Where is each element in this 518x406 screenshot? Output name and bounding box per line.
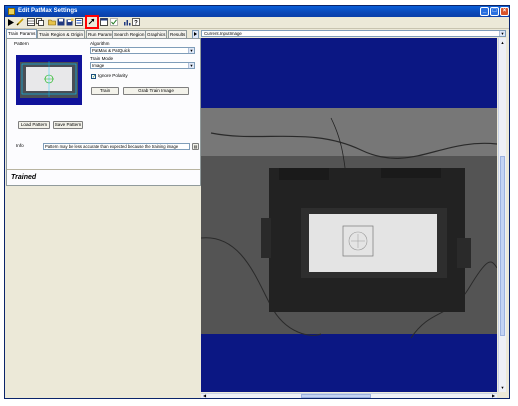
- camera-image-display[interactable]: [201, 38, 497, 392]
- load-pattern-button[interactable]: Load Pattern: [18, 121, 50, 129]
- train-button[interactable]: Train: [91, 87, 119, 95]
- window-title: Edit PatMax Settings: [18, 8, 78, 14]
- title-bar: Edit PatMax Settings _ □ ×: [5, 6, 509, 17]
- save-as-icon[interactable]: [66, 18, 74, 26]
- app-icon: [8, 8, 15, 15]
- toolbar: ?: [5, 15, 509, 29]
- train-params-panel: Pattern Load Pattern Save Pattern Algori…: [6, 38, 201, 186]
- train-status: Trained: [11, 174, 37, 181]
- image-selector[interactable]: Current.InputImage ▼: [201, 30, 506, 37]
- algorithm-select[interactable]: PatMax & PatQuick ▼: [90, 47, 195, 54]
- status-divider: [7, 169, 200, 170]
- edit-icon[interactable]: [16, 18, 24, 26]
- chart-icon[interactable]: [123, 18, 131, 26]
- open-folder-icon[interactable]: [48, 18, 56, 26]
- maximize-button[interactable]: □: [490, 7, 499, 16]
- pattern-label: Pattern: [14, 41, 29, 46]
- pattern-thumbnail: [16, 55, 82, 105]
- svg-text:?: ?: [134, 21, 138, 27]
- image-display-area: Current.InputImage ▼ ▲ ▼ ◀ ▶: [201, 30, 509, 398]
- scroll-down-icon[interactable]: ▼: [500, 385, 505, 390]
- vertical-scroll-thumb[interactable]: [500, 156, 505, 336]
- list-icon[interactable]: [75, 18, 83, 26]
- chevron-down-icon: ▼: [188, 63, 194, 68]
- copy-icon[interactable]: [36, 18, 44, 26]
- scroll-left-icon[interactable]: ◀: [202, 394, 207, 398]
- tab-train-params[interactable]: Train Params: [6, 29, 38, 38]
- info-text-field: Pattern may be less accurate than expect…: [43, 143, 190, 150]
- horizontal-scroll-thumb[interactable]: [301, 394, 371, 398]
- save-pattern-button[interactable]: Save Pattern: [53, 121, 83, 129]
- info-details-button[interactable]: ▤: [192, 143, 199, 150]
- window-icon[interactable]: [100, 18, 108, 26]
- grid-icon[interactable]: [27, 18, 35, 26]
- scroll-up-icon[interactable]: ▲: [500, 40, 505, 45]
- chevron-down-icon: ▼: [188, 48, 194, 53]
- vertical-scrollbar[interactable]: ▲ ▼: [498, 38, 506, 392]
- horizontal-scrollbar[interactable]: ◀ ▶: [201, 393, 497, 398]
- run-icon[interactable]: [7, 18, 15, 26]
- tab-train-region-origin[interactable]: Train Region & Origin: [37, 30, 85, 38]
- chevron-down-icon: ▼: [499, 31, 505, 36]
- tab-search-region[interactable]: Search Region: [112, 30, 147, 38]
- save-icon[interactable]: [57, 18, 65, 26]
- ignore-polarity-checkbox[interactable]: ✓: [91, 74, 96, 80]
- minimize-button[interactable]: _: [480, 7, 489, 16]
- ignore-polarity-label: Ignore Polarity: [98, 73, 128, 78]
- edit-patmax-settings-window: Edit PatMax Settings _ □ × ? Train Param…: [4, 5, 510, 399]
- help-icon[interactable]: ?: [132, 18, 140, 26]
- close-button[interactable]: ×: [500, 7, 509, 16]
- check-icon[interactable]: [110, 18, 118, 26]
- info-label: Info: [16, 143, 24, 148]
- tabs-scroll-icon[interactable]: [192, 30, 199, 38]
- camera-image: [201, 38, 497, 392]
- tab-results[interactable]: Results: [168, 30, 188, 38]
- scroll-right-icon[interactable]: ▶: [491, 394, 496, 398]
- tab-graphics[interactable]: Graphics: [145, 30, 168, 38]
- train-mode-select[interactable]: Image ▼: [90, 62, 195, 69]
- pointer-icon[interactable]: [85, 15, 99, 29]
- grab-train-image-button[interactable]: Grab Train Image: [123, 87, 189, 95]
